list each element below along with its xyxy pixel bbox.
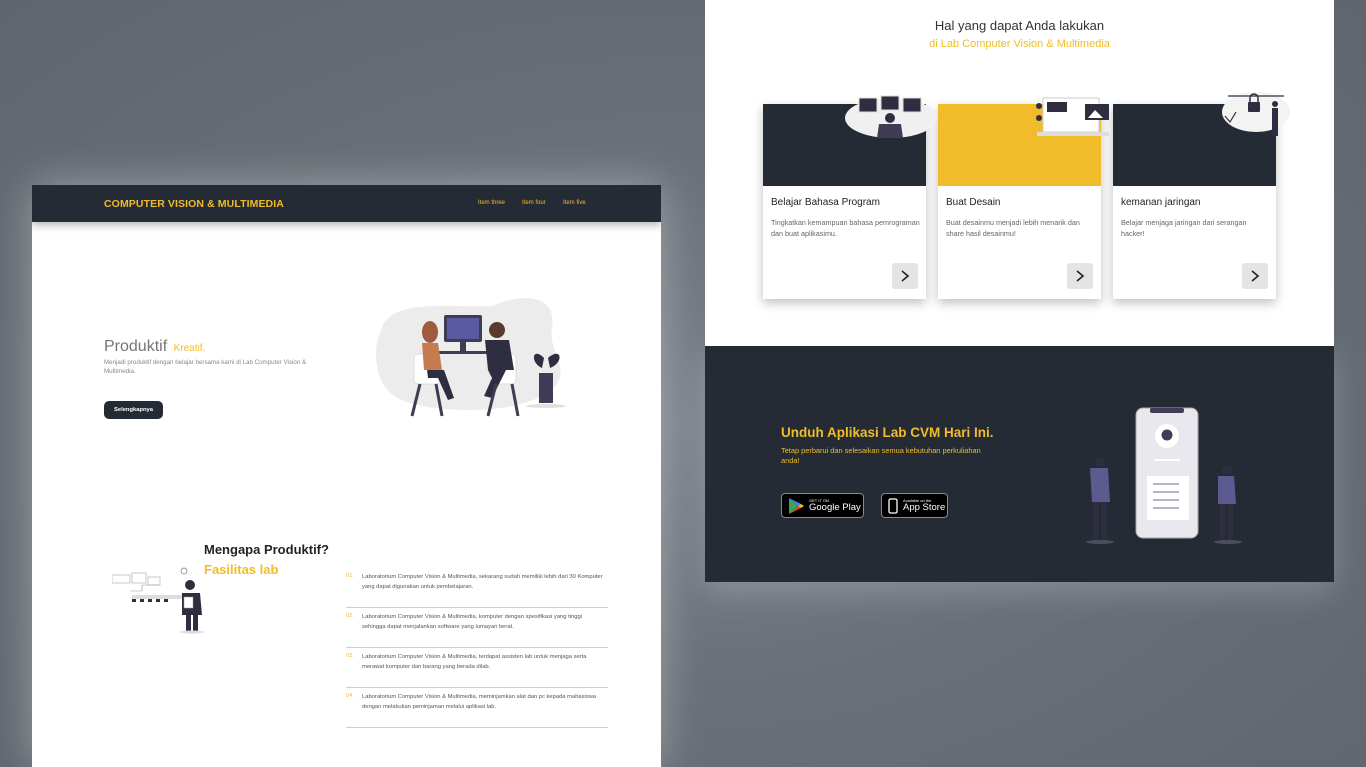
- hero-description: Menjadi produktif dengan belajar bersama…: [104, 359, 307, 375]
- hero-title-text: Produktif: [104, 338, 168, 355]
- brand-logo[interactable]: COMPUTER VISION & MULTIMEDIA: [104, 198, 284, 210]
- hero-title-accent: Kreatif.: [173, 343, 206, 354]
- card-title: Buat Desain: [946, 197, 1001, 208]
- facility-text: Laboratorium Computer Vision & Multimedi…: [362, 614, 582, 630]
- man-with-board-illustration: [112, 567, 204, 634]
- facility-number: 03.: [346, 653, 355, 659]
- people-at-computer-illustration: [376, 298, 566, 417]
- chevron-right-icon: [1251, 270, 1260, 282]
- app-store-label: App Store: [903, 502, 946, 513]
- facility-text: Laboratorium Computer Vision & Multimedi…: [362, 574, 603, 590]
- design-laptop-illustration: [1036, 97, 1109, 136]
- chevron-right-icon: [901, 270, 910, 282]
- facility-text: Laboratorium Computer Vision & Multimedi…: [362, 654, 587, 670]
- landing-page-panel: COMPUTER VISION & MULTIMEDIA Item three …: [32, 185, 661, 767]
- services-title: Hal yang dapat Anda lakukan: [934, 18, 1105, 33]
- card-description: Buat desainmu menjadi lebih menarik dan …: [946, 218, 1080, 238]
- facility-text: Laboratorium Computer Vision & Multimedi…: [362, 694, 597, 710]
- card-next-button[interactable]: [892, 263, 918, 289]
- card-title: kemanan jaringan: [1121, 197, 1201, 208]
- facility-item-1: 01. Laboratorium Computer Vision & Multi…: [346, 568, 608, 608]
- monitors-illustration: [845, 95, 937, 138]
- card-next-button[interactable]: [1067, 263, 1093, 289]
- facility-number: 02.: [346, 613, 355, 619]
- app-store-button[interactable]: Available on the App Store: [881, 493, 948, 518]
- card-next-button[interactable]: [1242, 263, 1268, 289]
- download-description: Tetap perbarui dan selesaikan semua kebu…: [781, 446, 981, 465]
- chevron-right-icon: [1076, 270, 1085, 282]
- phone-icon: [888, 497, 898, 514]
- facility-item-3: 03. Laboratorium Computer Vision & Multi…: [346, 648, 608, 688]
- download-panel: Unduh Aplikasi Lab CVM Hari Ini. Tetap p…: [705, 346, 1334, 582]
- services-subtitle: di Lab Computer Vision & Multimedia: [929, 38, 1110, 50]
- nav-item-five[interactable]: Item five: [563, 200, 586, 206]
- card-description: Tingkatkan kemampuan bahasa pemrograman …: [771, 218, 920, 238]
- nav-item-three[interactable]: Item three: [478, 200, 505, 206]
- nav-item-four[interactable]: Item four: [522, 200, 546, 206]
- facility-number: 01.: [346, 573, 355, 579]
- card-description: Belajar menjaga jaringan dari serangan h…: [1121, 218, 1247, 238]
- phone-with-people-illustration: [1086, 407, 1242, 544]
- google-play-icon: [789, 497, 804, 514]
- facility-item-4: 04. Laboratorium Computer Vision & Multi…: [346, 688, 608, 728]
- navbar: COMPUTER VISION & MULTIMEDIA Item three …: [32, 185, 661, 222]
- hero-title: Produktif Kreatif.: [104, 338, 205, 356]
- why-title: Mengapa Produktif?: [204, 542, 329, 557]
- google-play-button[interactable]: GET IT ON Google Play: [781, 493, 864, 518]
- facility-number: 04.: [346, 693, 355, 699]
- download-title: Unduh Aplikasi Lab CVM Hari Ini.: [781, 425, 994, 440]
- why-subtitle: Fasilitas lab: [204, 562, 279, 577]
- card-title: Belajar Bahasa Program: [771, 197, 880, 208]
- learn-more-button[interactable]: Selengkapnya: [104, 401, 163, 419]
- google-play-label: Google Play: [809, 502, 861, 513]
- facility-item-2: 02. Laboratorium Computer Vision & Multi…: [346, 608, 608, 648]
- services-panel: Hal yang dapat Anda lakukan di Lab Compu…: [705, 0, 1334, 346]
- security-lock-illustration: [1222, 92, 1290, 136]
